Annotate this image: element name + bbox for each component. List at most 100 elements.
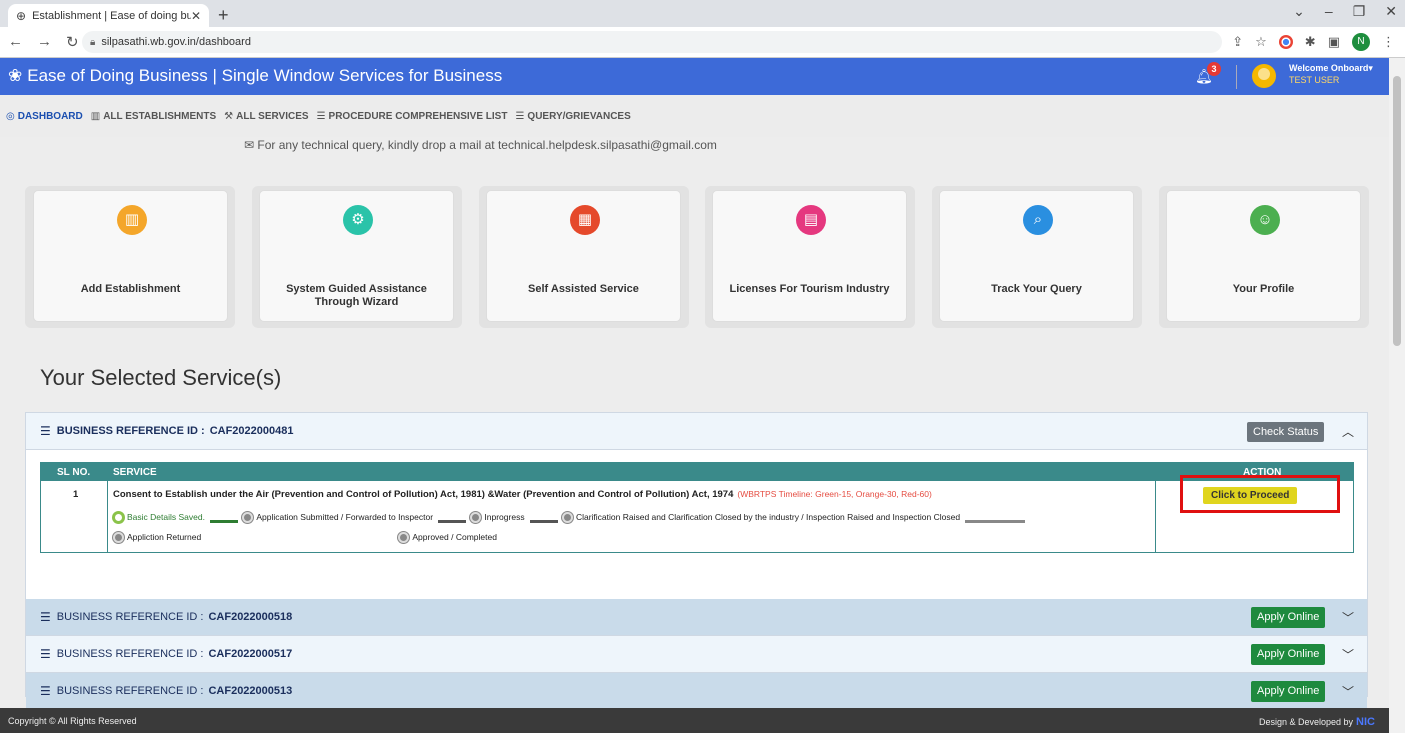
list-icon: ☰ [40,610,51,624]
menu-query-grievances[interactable]: ☰ QUERY/GRIEVANCES [515,111,630,122]
menu-label: PROCEDURE COMPREHENSIVE LIST [328,110,508,122]
lock-icon: 🔒︎ [90,36,96,48]
forward-icon[interactable]: → [37,33,52,51]
vertical-scrollbar[interactable] [1389,58,1405,733]
puzzle-icon[interactable]: ✱ [1305,34,1316,50]
header-divider [1236,65,1237,89]
menu-procedure-list[interactable]: ☰ PROCEDURE COMPREHENSIVE LIST [317,111,508,122]
chevron-down-icon[interactable]: ﹀ [1342,609,1354,626]
service-name: Consent to Establish under the Air (Prev… [113,489,932,500]
status-circle-icon [561,512,573,523]
globe-icon: ⊕ [16,8,27,23]
reference-header-4[interactable]: ☰ BUSINESS REFERENCE ID : CAF2022000513 … [26,673,1367,710]
url-input[interactable]: 🔒︎ silpasathi.wb.gov.in/dashboard [82,31,1222,53]
list-icon: ☰ [40,647,51,661]
license-icon: ▤ [796,205,826,235]
progress-steps: Basic Details Saved. Application Submitt… [113,509,1153,549]
chevron-up-icon[interactable]: ︿ [1342,423,1354,440]
services-accordion: ☰ BUSINESS REFERENCE ID : CAF2022000481 … [25,412,1368,710]
reference-prefix: BUSINESS REFERENCE ID : [56,425,205,437]
reference-header-3[interactable]: ☰ BUSINESS REFERENCE ID : CAF2022000517 … [26,636,1367,673]
card-label: System Guided Assistance Through Wizard [286,283,427,308]
menu-dashboard[interactable]: ◎ DASHBOARD [6,111,83,122]
step-label: Appliction Returned [127,532,202,542]
avatar[interactable] [1252,64,1276,88]
close-window-button[interactable]: ✕ [1385,3,1397,20]
progress-connector [438,520,467,523]
card-your-profile[interactable]: ☺ Your Profile [1166,190,1361,322]
status-circle-icon [470,512,482,523]
nic-logo[interactable]: NIC [1356,716,1375,728]
site-title[interactable]: ❀ Ease of Doing Business | Single Window… [8,66,502,86]
apply-online-button[interactable]: Apply Online [1251,644,1326,665]
timeline-note: (WBRTPS Timeline: Green-15, Orange-30, R… [737,489,932,499]
check-status-button[interactable]: Check Status [1247,422,1325,442]
card-add-establishment[interactable]: ▥ Add Establishment [33,190,228,322]
card-self-assisted-service[interactable]: ▦ Self Assisted Service [486,190,681,322]
nav-buttons: ← → ↻ [8,33,79,51]
user-name: TEST USER [1289,75,1340,85]
site-title-text: Ease of Doing Business | Single Window S… [27,66,503,85]
design-credit: Design & Developed by NIC [1259,716,1375,728]
scrollbar-thumb[interactable] [1393,76,1401,346]
row-sl-no: 1 [73,489,79,500]
url-text: silpasathi.wb.gov.in/dashboard [101,36,251,48]
bookmark-star-icon[interactable]: ☆ [1255,34,1267,50]
table-row: 1 Consent to Establish under the Air (Pr… [41,475,1353,552]
minimize-button[interactable]: – [1325,3,1333,20]
site-footer: Copyright © All Rights Reserved Design &… [0,708,1389,733]
apply-online-button[interactable]: Apply Online [1251,681,1326,702]
reference-prefix: BUSINESS REFERENCE ID : [56,611,204,623]
step-inprogress: Inprogress [470,509,525,526]
column-divider [107,481,108,552]
reference-id: CAF2022000513 [208,685,293,697]
dashboard-icon: ◎ [6,110,15,122]
restore-button[interactable]: ❐ [1353,3,1366,20]
share-icon[interactable]: ⇪ [1232,34,1243,50]
building-icon: ▥ [90,110,101,122]
browser-tab[interactable]: ⊕ Establishment | Ease of doing bu ✕ [8,4,209,27]
tab-title: Establishment | Ease of doing bu [32,9,191,22]
apply-online-button[interactable]: Apply Online [1251,607,1326,628]
menu-label: ALL SERVICES [236,110,309,122]
list-icon: ☰ [40,424,51,438]
card-label: Self Assisted Service [528,283,639,295]
list-icon: ☰ [515,110,525,122]
kebab-menu-icon[interactable]: ⋮ [1382,34,1395,50]
chevron-down-icon[interactable]: ﹀ [1342,683,1354,700]
extension-icon[interactable] [1278,35,1293,49]
reference-id: CAF2022000517 [208,648,293,660]
reference-header-2[interactable]: ☰ BUSINESS REFERENCE ID : CAF2022000518 … [26,599,1367,636]
reference-header-1[interactable]: ☰ BUSINESS REFERENCE ID : CAF2022000481 … [26,413,1367,450]
profile-avatar[interactable]: N [1352,33,1370,51]
sidepanel-icon[interactable]: ▣ [1328,34,1340,50]
status-circle-icon [113,532,124,543]
new-tab-button[interactable]: + [218,5,229,26]
progress-connector [965,520,1026,523]
user-menu[interactable]: Welcome Onboard▾ TEST USER [1289,62,1373,86]
column-divider [1155,481,1156,552]
reload-icon[interactable]: ↻ [66,33,79,51]
menu-label: QUERY/GRIEVANCES [527,110,631,122]
menu-label: ALL ESTABLISHMENTS [103,110,217,122]
browser-chrome: ⊕ Establishment | Ease of doing bu ✕ + ⌄… [0,0,1405,58]
click-to-proceed-button[interactable]: Click to Proceed [1203,487,1298,504]
card-guided-assistance[interactable]: ⚙ System Guided Assistance Through Wizar… [259,190,454,322]
address-bar: ← → ↻ 🔒︎ silpasathi.wb.gov.in/dashboard … [0,27,1405,58]
copyright-text: Copyright © All Rights Reserved [8,716,137,726]
chevron-down-icon[interactable]: ⌄ [1293,3,1305,20]
gear-icon: ⚙ [343,205,373,235]
menu-all-services[interactable]: ⚒ ALL SERVICES [224,111,308,122]
menu-all-establishments[interactable]: ▥ ALL ESTABLISHMENTS [91,111,216,122]
chevron-down-icon[interactable]: ﹀ [1342,646,1354,663]
progress-connector [209,520,238,523]
card-tourism-licenses[interactable]: ▤ Licenses For Tourism Industry [712,190,907,322]
close-tab-icon[interactable]: ✕ [191,9,201,23]
extensions-area: ⇪ ☆ ✱ ▣ N ⋮ [1232,33,1395,51]
help-mail-text: For any technical query, kindly drop a m… [257,138,717,152]
back-icon[interactable]: ← [8,33,23,51]
menu-label: DASHBOARD [17,110,83,122]
progress-connector [529,520,558,523]
site-header: ❀ Ease of Doing Business | Single Window… [0,58,1389,95]
card-track-query[interactable]: ⌕ Track Your Query [939,190,1134,322]
